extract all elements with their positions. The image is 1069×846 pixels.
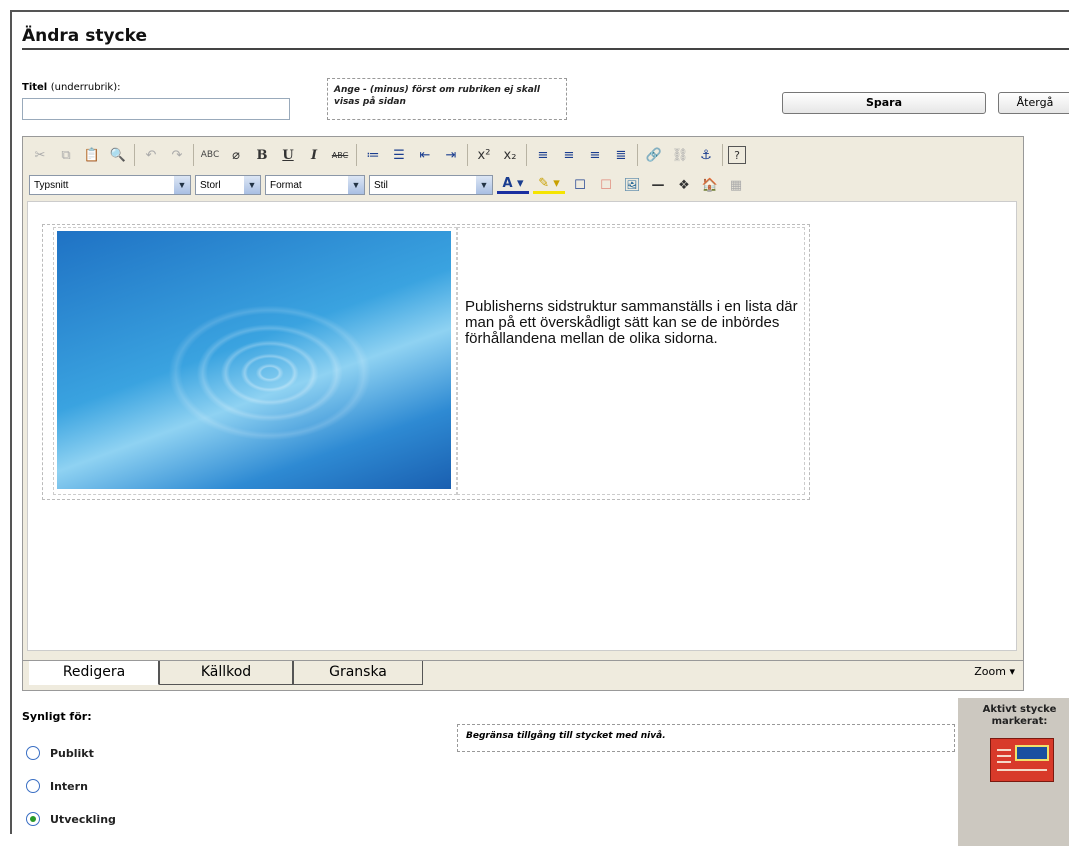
tab-edit[interactable]: Redigera bbox=[29, 661, 159, 685]
style-select[interactable]: Stil ▼ bbox=[369, 175, 493, 195]
strikethrough-button[interactable]: ABC bbox=[329, 144, 351, 166]
chevron-down-icon: ▼ bbox=[476, 176, 492, 194]
numbered-list-icon[interactable]: ≔ bbox=[362, 144, 384, 166]
grid-icon[interactable]: ▦ bbox=[725, 174, 747, 196]
radio-development[interactable]: Utveckling bbox=[26, 812, 116, 826]
toolbar-separator bbox=[637, 144, 638, 166]
cell-icon[interactable]: ☐ bbox=[595, 174, 617, 196]
align-justify-icon[interactable]: ≣ bbox=[610, 144, 632, 166]
save-button[interactable]: Spara bbox=[782, 92, 986, 114]
size-select-value: Storl bbox=[200, 179, 221, 191]
radio-checked-dot bbox=[30, 816, 36, 822]
tab-source[interactable]: Källkod bbox=[159, 661, 293, 685]
tab-preview[interactable]: Granska bbox=[293, 661, 423, 685]
rich-text-editor: ✂ ⧉ 📋 🔍 ↶ ↷ ABC ⌀ B U I ABC ≔ ☰ ⇤ ⇥ x² x… bbox=[22, 136, 1024, 691]
align-center-icon[interactable]: ≡ bbox=[558, 144, 580, 166]
underline-button[interactable]: U bbox=[277, 144, 299, 166]
help-icon[interactable]: ? bbox=[728, 146, 746, 164]
icon-line bbox=[997, 761, 1011, 763]
title-input[interactable] bbox=[22, 98, 290, 120]
chevron-down-icon: ▼ bbox=[348, 176, 364, 194]
style-select-value: Stil bbox=[374, 179, 388, 191]
radio-public[interactable]: Publikt bbox=[26, 746, 94, 760]
title-hint: Ange - (minus) först om rubriken ej skal… bbox=[327, 78, 567, 120]
active-paragraph-panel: Aktivt stycke markerat: bbox=[958, 698, 1069, 846]
format-select-value: Format bbox=[270, 179, 302, 191]
unlink-icon[interactable]: ⛓ bbox=[669, 144, 691, 166]
subscript-icon[interactable]: x₂ bbox=[499, 144, 521, 166]
zoom-label: Zoom bbox=[974, 665, 1006, 678]
radio-button[interactable] bbox=[26, 779, 40, 793]
highlight-color-icon[interactable]: ✎ ▾ bbox=[533, 176, 565, 194]
toolbar-separator bbox=[526, 144, 527, 166]
chevron-down-icon: ▼ bbox=[244, 176, 260, 194]
toolbar-separator bbox=[134, 144, 135, 166]
title-label-main: Titel bbox=[22, 82, 48, 93]
text-color-icon[interactable]: A ▾ bbox=[497, 176, 529, 194]
find-icon[interactable]: 🔍 bbox=[107, 144, 129, 166]
radio-label: Utveckling bbox=[50, 812, 116, 826]
chevron-down-icon: ▾ bbox=[1009, 665, 1015, 678]
link-icon[interactable]: 🔗 bbox=[643, 144, 665, 166]
back-button[interactable]: Återgå bbox=[998, 92, 1069, 114]
edit-area[interactable]: Publisherns sidstruktur sammanställs i e… bbox=[27, 201, 1017, 651]
radio-label: Publikt bbox=[50, 746, 94, 760]
italic-button[interactable]: I bbox=[303, 144, 325, 166]
water-ripple-image[interactable] bbox=[57, 231, 451, 489]
active-paragraph-label: Aktivt stycke markerat: bbox=[982, 704, 1057, 727]
visibility-label: Synligt för: bbox=[22, 710, 92, 723]
cut-icon[interactable]: ✂ bbox=[29, 144, 51, 166]
toolbar-separator bbox=[467, 144, 468, 166]
indent-icon[interactable]: ⇥ bbox=[440, 144, 462, 166]
icon-line bbox=[997, 769, 1047, 771]
image-icon[interactable]: 🖼 bbox=[621, 174, 643, 196]
main-frame: Ändra stycke Titel (underrubrik): Ange -… bbox=[10, 10, 1069, 846]
special-char-icon[interactable]: ❖ bbox=[673, 174, 695, 196]
undo-icon[interactable]: ↶ bbox=[140, 144, 162, 166]
zoom-button[interactable]: Zoom ▾ bbox=[974, 665, 1015, 678]
title-divider bbox=[22, 48, 1069, 50]
table-icon[interactable]: ☐ bbox=[569, 174, 591, 196]
content-table: Publisherns sidstruktur sammanställs i e… bbox=[42, 224, 810, 500]
radio-internal[interactable]: Intern bbox=[26, 779, 88, 793]
access-hint: Begränsa tillgång till stycket med nivå. bbox=[457, 724, 955, 752]
toolbar-row-main: ✂ ⧉ 📋 🔍 ↶ ↷ ABC ⌀ B U I ABC ≔ ☰ ⇤ ⇥ x² x… bbox=[23, 141, 1023, 169]
toolbar-separator bbox=[722, 144, 723, 166]
remove-format-icon[interactable]: ⌀ bbox=[225, 144, 247, 166]
title-label-sub: (underrubrik): bbox=[50, 82, 121, 93]
text-cell bbox=[457, 227, 805, 495]
chevron-down-icon: ▼ bbox=[174, 176, 190, 194]
insert-object-icon[interactable]: 🏠 bbox=[699, 174, 721, 196]
icon-line bbox=[997, 755, 1011, 757]
font-select-value: Typsnitt bbox=[34, 179, 69, 191]
toolbar-separator bbox=[356, 144, 357, 166]
page-title: Ändra stycke bbox=[22, 26, 147, 46]
bold-button[interactable]: B bbox=[251, 144, 273, 166]
toolbar-separator bbox=[193, 144, 194, 166]
redo-icon[interactable]: ↷ bbox=[166, 144, 188, 166]
title-field-label: Titel (underrubrik): bbox=[22, 82, 121, 93]
radio-button[interactable] bbox=[26, 746, 40, 760]
icon-line bbox=[997, 749, 1011, 751]
radio-button[interactable] bbox=[26, 812, 40, 826]
bullet-list-icon[interactable]: ☰ bbox=[388, 144, 410, 166]
copy-icon[interactable]: ⧉ bbox=[55, 144, 77, 166]
toolbar-row-format: Typsnitt ▼ Storl ▼ Format ▼ Stil ▼ A ▾ ✎… bbox=[23, 171, 1023, 199]
align-left-icon[interactable]: ≡ bbox=[532, 144, 554, 166]
paste-icon[interactable]: 📋 bbox=[81, 144, 103, 166]
font-select[interactable]: Typsnitt ▼ bbox=[29, 175, 191, 195]
spellcheck-icon[interactable]: ABC bbox=[199, 144, 221, 166]
format-select[interactable]: Format ▼ bbox=[265, 175, 365, 195]
outdent-icon[interactable]: ⇤ bbox=[414, 144, 436, 166]
paragraph-layout-icon bbox=[990, 738, 1054, 782]
horizontal-rule-icon[interactable]: — bbox=[647, 174, 669, 196]
size-select[interactable]: Storl ▼ bbox=[195, 175, 261, 195]
superscript-icon[interactable]: x² bbox=[473, 144, 495, 166]
icon-image-block bbox=[1015, 745, 1049, 761]
anchor-icon[interactable]: ⚓ bbox=[695, 144, 717, 166]
align-right-icon[interactable]: ≡ bbox=[584, 144, 606, 166]
editor-tabs: Redigera Källkod Granska Zoom ▾ bbox=[23, 660, 1023, 688]
content-text[interactable]: Publisherns sidstruktur sammanställs i e… bbox=[465, 299, 805, 347]
radio-label: Intern bbox=[50, 779, 88, 793]
